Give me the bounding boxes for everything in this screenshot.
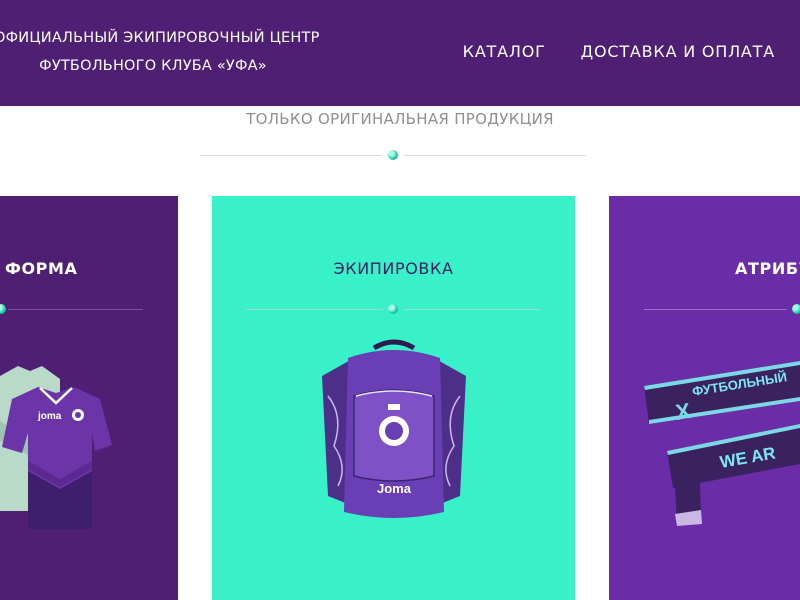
category-title-attributes: АТРИБУ bbox=[735, 259, 800, 278]
football-kit-image: joma bbox=[0, 366, 112, 529]
main-nav: КАТАЛОГ ДОСТАВКА И ОПЛАТА bbox=[463, 42, 775, 61]
card-divider bbox=[8, 309, 143, 310]
backpack-image: Joma bbox=[322, 339, 466, 518]
category-card-forma[interactable]: ФОРМА joma bbox=[0, 196, 178, 600]
soccer-ball-icon bbox=[0, 304, 6, 314]
category-card-equipment[interactable]: ЭКИПИРОВКА Joma bbox=[212, 196, 575, 600]
nav-delivery-link[interactable]: ДОСТАВКА И ОПЛАТА bbox=[581, 42, 775, 61]
card-divider bbox=[644, 309, 787, 310]
card-divider bbox=[404, 309, 541, 310]
category-title-forma: ФОРМА bbox=[5, 259, 78, 278]
scarf-image: ФУТБОЛЬНЫЙ X WE AR X bbox=[644, 361, 800, 526]
nav-catalog-link[interactable]: КАТАЛОГ bbox=[463, 42, 546, 61]
kit-brand-text: joma bbox=[37, 411, 62, 422]
soccer-ball-icon bbox=[388, 304, 398, 314]
site-tagline[interactable]: ОФИЦИАЛЬНЫЙ ЭКИПИРОВОЧНЫЙ ЦЕНТР ФУТБОЛЬН… bbox=[0, 24, 320, 80]
section-subtitle: ТОЛЬКО ОРИГИНАЛЬНАЯ ПРОДУКЦИЯ bbox=[246, 110, 554, 128]
tagline-line-1: ОФИЦИАЛЬНЫЙ ЭКИПИРОВОЧНЫЙ ЦЕНТР bbox=[0, 30, 320, 46]
category-title-equipment: ЭКИПИРОВКА bbox=[333, 259, 454, 278]
soccer-ball-icon bbox=[792, 304, 800, 314]
tagline-line-2: ФУТБОЛЬНОГО КЛУБА «УФА» bbox=[39, 58, 267, 74]
divider-right bbox=[404, 155, 586, 156]
divider-left bbox=[200, 155, 382, 156]
backpack-brand-text: Joma bbox=[377, 481, 412, 496]
site-header: ОФИЦИАЛЬНЫЙ ЭКИПИРОВОЧНЫЙ ЦЕНТР ФУТБОЛЬН… bbox=[0, 0, 800, 106]
category-card-attributes[interactable]: АТРИБУ ФУТБОЛЬНЫЙ X WE AR X bbox=[609, 196, 800, 600]
soccer-ball-icon bbox=[388, 150, 398, 160]
card-divider bbox=[246, 309, 383, 310]
